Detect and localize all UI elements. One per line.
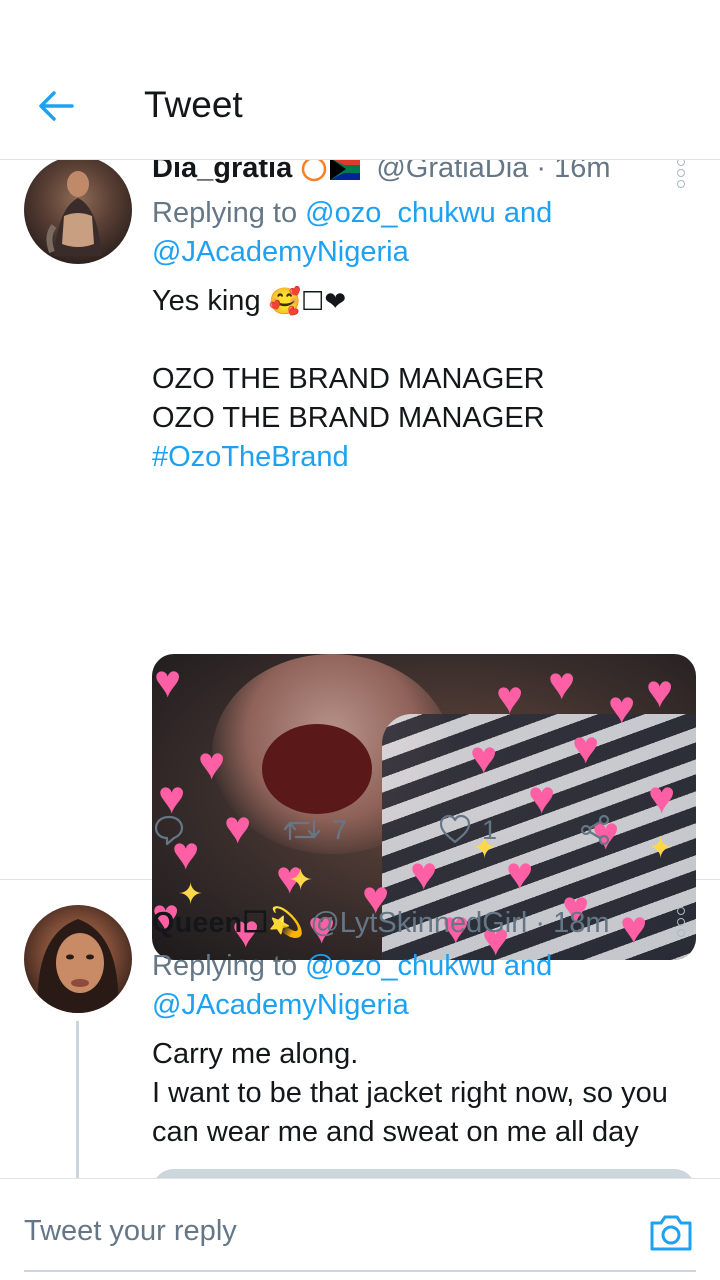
retweet-icon xyxy=(283,819,321,841)
like-icon xyxy=(439,814,471,844)
tweet-author-line: Dia_gratia @GratiaDia · 16m xyxy=(152,160,610,185)
camera-icon[interactable] xyxy=(648,1211,694,1253)
share-icon xyxy=(580,814,610,846)
replying-to-label: Replying to xyxy=(152,950,306,982)
emoji-sequence: 🥰☐❤ xyxy=(268,286,347,316)
heart-icon: ♥ xyxy=(572,721,600,773)
author-name[interactable]: Dia_gratia xyxy=(152,160,292,184)
tweet-author-line: Queen☐💫 @LytSkinnedGirl · 18m xyxy=(152,905,610,940)
reply-icon xyxy=(154,815,184,846)
tweet-actions: 7 1 xyxy=(152,810,652,850)
retweet-count: 7 xyxy=(332,814,348,845)
heart-icon: ♥ xyxy=(608,681,636,733)
more-icon[interactable] xyxy=(674,907,688,937)
tweet-text-line: OZO THE BRAND MANAGER xyxy=(152,363,545,395)
replying-to: Replying to @ozo_chukwu and @JAcademyNig… xyxy=(152,947,692,1025)
tweet[interactable]: Queen☐💫 @LytSkinnedGirl · 18m Replying to… xyxy=(0,881,720,1178)
tweet-time: · 16m xyxy=(528,160,611,184)
tweet-time: · 18m xyxy=(527,907,610,939)
hashtag-link[interactable]: #OzoTheBrand xyxy=(152,438,692,477)
thread-connector-line xyxy=(76,1021,79,1178)
heart-icon: ♥ xyxy=(648,771,676,823)
tweet-text-line: Yes king xyxy=(152,285,261,317)
author-handle[interactable]: @GratiaDia xyxy=(376,160,528,184)
author-name[interactable]: Queen☐💫 xyxy=(152,907,304,939)
avatar[interactable] xyxy=(24,160,132,264)
reply-input[interactable]: Tweet your reply xyxy=(24,1215,237,1248)
tweet-text-line: Carry me along. xyxy=(152,1038,359,1070)
tweet-media-preview[interactable] xyxy=(152,1169,696,1178)
heart-icon: ♥ xyxy=(496,671,524,723)
tweet-text-line: I want to be that jacket right now, so y… xyxy=(152,1077,668,1109)
like-count: 1 xyxy=(482,814,498,845)
reply-composer: Tweet your reply xyxy=(0,1178,720,1280)
more-icon[interactable] xyxy=(674,160,688,188)
input-underline xyxy=(24,1270,696,1272)
app-header: Tweet xyxy=(0,0,720,160)
avatar-photo xyxy=(46,171,102,256)
page-title: Tweet xyxy=(144,84,243,125)
heart-icon: ♥ xyxy=(548,657,576,709)
heart-icon: ♥ xyxy=(198,737,226,789)
replying-to-label: Replying to xyxy=(152,197,306,229)
conversation-feed[interactable]: Dia_gratia @GratiaDia · 16m Replying to … xyxy=(0,160,720,1178)
reply-button[interactable] xyxy=(152,810,186,850)
replying-to: Replying to @ozo_chukwu and @JAcademyNig… xyxy=(152,194,692,272)
heart-icon: ♥ xyxy=(154,655,182,707)
heart-icon: ♥ xyxy=(470,731,498,783)
back-arrow-icon[interactable] xyxy=(36,86,76,126)
tweet-text-line: can wear me and sweat on me all day xyxy=(152,1116,639,1148)
tweet-text-line: OZO THE BRAND MANAGER xyxy=(152,402,545,434)
avatar-photo xyxy=(37,919,119,1013)
tweet-text: Yes king 🥰☐❤ OZO THE BRAND MANAGER OZO T… xyxy=(152,282,692,477)
share-button[interactable] xyxy=(578,810,612,850)
like-button[interactable]: 1 xyxy=(438,810,497,850)
avatar[interactable] xyxy=(24,905,132,1013)
retweet-button[interactable]: 7 xyxy=(282,810,347,850)
heart-icon: ♥ xyxy=(646,665,674,717)
tweet-text: Carry me along. I want to be that jacket… xyxy=(152,1035,692,1152)
author-handle[interactable]: @LytSkinnedGirl xyxy=(310,907,527,939)
flag-emoji-icon xyxy=(302,160,361,182)
tweet[interactable]: Dia_gratia @GratiaDia · 16m Replying to … xyxy=(0,160,720,960)
media-mouth xyxy=(262,724,372,814)
